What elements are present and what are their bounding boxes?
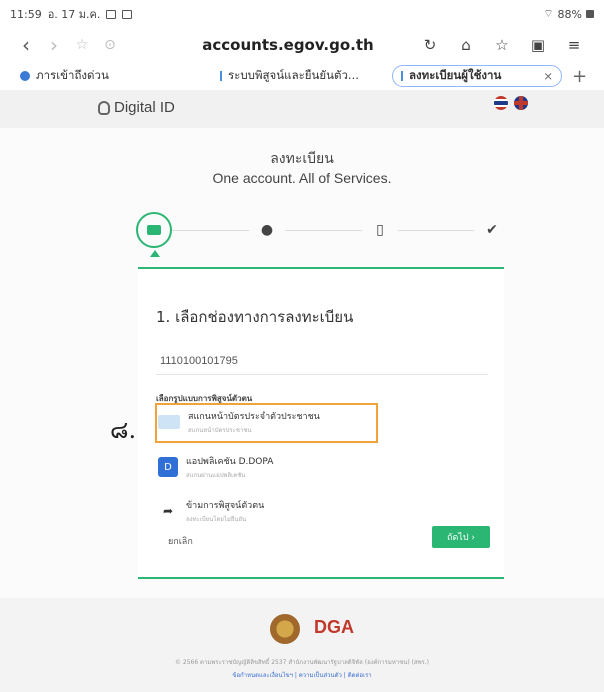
site-info-icon[interactable]: ⊙ bbox=[96, 37, 124, 53]
contact-link[interactable]: ติดต่อเรา bbox=[348, 672, 372, 679]
option-label: ข้ามการพิสูจน์ตัวตน bbox=[186, 501, 265, 511]
option-sub: สแกนผ่านแอปพลิเคชัน bbox=[186, 472, 246, 479]
next-button[interactable]: ถัดไป › bbox=[432, 526, 490, 548]
dga-logo: DGA bbox=[314, 617, 354, 637]
menu-icon[interactable]: ≡ bbox=[556, 36, 592, 54]
home-icon[interactable]: ⌂ bbox=[448, 36, 484, 54]
step-user: ● bbox=[249, 212, 285, 248]
url-field[interactable]: accounts.egov.go.th bbox=[164, 36, 412, 54]
skip-arrow-icon: ➦ bbox=[162, 504, 174, 518]
status-date: อ. 17 ม.ค. bbox=[47, 8, 101, 21]
battery-icon bbox=[586, 10, 594, 18]
option-sub: ลงทะเบียนโดยไม่ยืนยัน bbox=[186, 516, 247, 523]
cancel-button[interactable]: ยกเลิก bbox=[168, 534, 193, 548]
option-scan-id-card[interactable]: สแกนหน้าบัตรประจำตัวประชาชน สแกนหน้าบัตร… bbox=[158, 406, 378, 438]
notification-icon bbox=[106, 9, 117, 19]
option-ddopa-app[interactable]: D แอปพลิเคชัน D.DOPA สแกนผ่านแอปพลิเคชัน bbox=[158, 451, 378, 483]
quick-access-bookmark[interactable]: ภารเข้าถึงด่วน bbox=[12, 65, 212, 87]
digital-id-logo[interactable]: Digital ID bbox=[98, 99, 175, 116]
forward-arrow-icon[interactable]: › bbox=[40, 33, 68, 57]
fingerprint-icon bbox=[98, 100, 110, 115]
logo-text: Digital ID bbox=[114, 99, 175, 116]
option-label: สแกนหน้าบัตรประจำตัวประชาชน bbox=[188, 412, 320, 422]
id-card-icon bbox=[147, 225, 161, 235]
option-sub: สแกนหน้าบัตรประชาชน bbox=[188, 427, 252, 434]
site-header: Digital ID bbox=[0, 90, 604, 128]
stepper-line bbox=[156, 230, 486, 231]
web-page: Digital ID ลงทะเบียน One account. All of… bbox=[0, 90, 604, 692]
tab-label: ระบบพิสูจน์และยืนยันตัว... bbox=[228, 68, 359, 82]
notification-icon bbox=[122, 9, 133, 19]
step-done: ✔ bbox=[474, 212, 510, 248]
tab-favicon-icon bbox=[220, 71, 222, 81]
status-right: ⌔ 88% bbox=[543, 7, 594, 21]
card-heading: 1. เลือกช่องทางการลงทะเบียน bbox=[156, 308, 354, 326]
battery-level: 88% bbox=[557, 7, 582, 21]
reload-icon[interactable]: ↻ bbox=[412, 36, 448, 54]
close-tab-icon[interactable]: × bbox=[543, 69, 553, 83]
copyright-text: © 2566 ตามพระราชบัญญัติลิขสิทธิ์ 2537 สำ… bbox=[174, 659, 430, 666]
check-icon: ✔ bbox=[486, 222, 498, 238]
address-bar: ‹ › ☆ ⊙ accounts.egov.go.th ↻ ⌂ ☆ ▣ ≡ bbox=[0, 30, 604, 60]
stepper: ● ▯ ✔ bbox=[136, 212, 510, 252]
status-time: 11:59 bbox=[10, 7, 42, 21]
government-seal-logo bbox=[270, 614, 300, 644]
page-title: ลงทะเบียน bbox=[270, 151, 334, 167]
terms-link[interactable]: ข้อกำหนดและเงื่อนไขฯ bbox=[232, 672, 293, 679]
new-tab-icon[interactable]: + bbox=[572, 66, 587, 87]
registration-card: 1. เลือกช่องทางการลงทะเบียน 111010010179… bbox=[138, 267, 504, 579]
option-label: แอปพลิเคชัน D.DOPA bbox=[186, 457, 274, 467]
back-arrow-icon[interactable]: ‹ bbox=[12, 33, 40, 57]
user-icon: ● bbox=[260, 222, 274, 238]
footer-links: ข้อกำหนดและเงื่อนไขฯ | ความเป็นส่วนตัว |… bbox=[232, 672, 372, 679]
bookmark-icon bbox=[20, 71, 30, 81]
phone-icon: ▯ bbox=[376, 222, 384, 238]
active-step-pointer bbox=[150, 250, 160, 257]
language-switcher bbox=[494, 96, 528, 110]
privacy-link[interactable]: ความเป็นส่วนตัว bbox=[299, 672, 342, 679]
thai-flag-icon[interactable] bbox=[494, 96, 508, 110]
page-subtitle: One account. All of Services. bbox=[212, 170, 392, 186]
status-bar: 11:59 อ. 17 ม.ค. ⌔ 88% bbox=[0, 0, 604, 28]
handwritten-annotation: ๘. bbox=[110, 416, 137, 444]
status-left: 11:59 อ. 17 ม.ค. bbox=[10, 5, 133, 23]
tabs-icon[interactable]: ▣ bbox=[520, 36, 556, 54]
tab-favicon-icon bbox=[401, 71, 403, 81]
ddopa-app-icon: D bbox=[158, 457, 178, 477]
step-phone: ▯ bbox=[362, 212, 398, 248]
tab-label: ลงทะเบียนผู้ใช้งาน bbox=[409, 68, 502, 82]
favorites-icon[interactable]: ☆ bbox=[484, 36, 520, 54]
bookmark-star-icon[interactable]: ☆ bbox=[68, 37, 96, 53]
site-footer: DGA © 2566 ตามพระราชบัญญัติลิขสิทธิ์ 253… bbox=[0, 598, 604, 692]
tab-strip: ภารเข้าถึงด่วน ระบบพิสูจน์และยืนยันตัว..… bbox=[0, 63, 604, 89]
tab-verification[interactable]: ระบบพิสูจน์และยืนยันตัว... bbox=[212, 65, 392, 87]
id-number-field[interactable]: 1110100101795 bbox=[156, 347, 488, 375]
tab-register[interactable]: ลงทะเบียนผู้ใช้งาน × bbox=[392, 65, 562, 87]
step-id-card bbox=[136, 212, 172, 248]
wifi-icon: ⌔ bbox=[543, 7, 554, 20]
option-skip-verification[interactable]: ➦ ข้ามการพิสูจน์ตัวตน ลงทะเบียนโดยไม่ยืน… bbox=[158, 495, 378, 527]
bookmark-label: ภารเข้าถึงด่วน bbox=[36, 68, 109, 82]
id-card-scan-icon bbox=[158, 415, 180, 429]
uk-flag-icon[interactable] bbox=[514, 96, 528, 110]
